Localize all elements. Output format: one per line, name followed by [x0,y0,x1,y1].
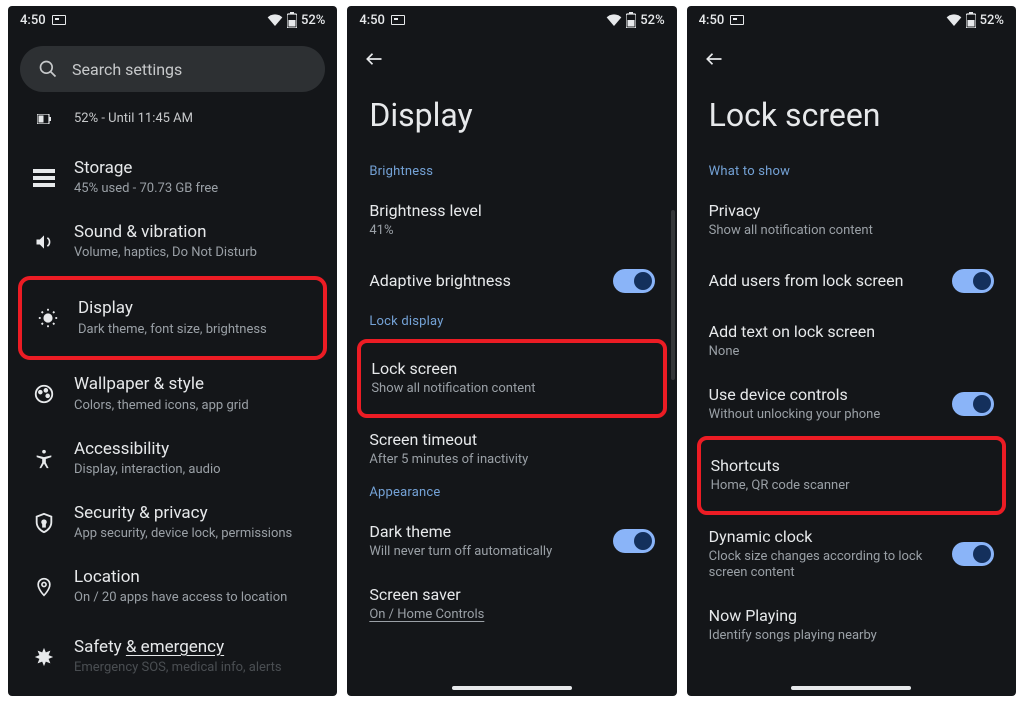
phone-settings-main: 4:50 52% Search settings 52% - Until 11:… [8,6,337,696]
item-add-users[interactable]: Add users from lock screen [687,252,1016,310]
section-what-to-show: What to show [687,160,1016,189]
battery-pct: 52% [640,13,664,28]
settings-location[interactable]: LocationOn / 20 apps have access to loca… [8,555,337,619]
search-icon [38,59,58,79]
storage-icon [32,166,56,190]
battery-icon [626,12,636,28]
phone-display-settings: 4:50 52% Display Brightness Brightness l… [347,6,676,696]
settings-display[interactable]: DisplayDark theme, font size, brightness [36,286,313,350]
item-screen-saver[interactable]: Screen saverOn / Home Controls [347,573,676,624]
status-bar: 4:50 52% [347,6,676,32]
battery-icon [966,12,976,28]
item-brightness-level[interactable]: Brightness level41% [347,189,676,252]
page-title: Lock screen [687,78,1016,160]
back-arrow-icon [703,50,725,68]
card-icon [730,15,744,25]
toggle-device-controls[interactable] [952,392,994,416]
item-dark-theme[interactable]: Dark themeWill never turn off automatica… [347,510,676,573]
item-now-playing[interactable]: Now PlayingIdentify songs playing nearby [687,594,1016,645]
battery-icon [287,12,297,28]
card-icon [391,15,405,25]
item-shortcuts[interactable]: ShortcutsHome, QR code scanner [711,444,992,507]
item-screen-timeout[interactable]: Screen timeoutAfter 5 minutes of inactiv… [347,418,676,481]
settings-storage[interactable]: Storage45% used - 70.73 GB free [8,146,337,210]
section-appearance: Appearance [347,481,676,510]
emergency-icon [32,645,56,669]
status-bar: 4:50 52% [8,6,337,32]
section-lock-display: Lock display [347,310,676,339]
battery-pct: 52% [301,13,325,28]
search-placeholder: Search settings [72,60,182,79]
gesture-nav-bar[interactable] [791,686,911,690]
battery-sub: 52% - Until 11:45 AM [74,111,193,128]
accessibility-icon [32,447,56,471]
clock: 4:50 [20,13,46,28]
item-privacy[interactable]: PrivacyShow all notification content [687,189,1016,252]
settings-wallpaper[interactable]: Wallpaper & styleColors, themed icons, a… [8,362,337,426]
wifi-icon [606,14,622,26]
display-icon [36,306,60,330]
item-dynamic-clock[interactable]: Dynamic clockClock size changes accordin… [687,515,1016,595]
location-icon [32,575,56,599]
highlight-lock-screen: Lock screenShow all notification content [357,339,666,418]
back-arrow-icon [363,50,385,68]
back-button[interactable] [347,32,676,78]
highlight-display: DisplayDark theme, font size, brightness [18,276,327,360]
settings-safety[interactable]: Safety & emergencyEmergency SOS, medical… [8,619,337,683]
scroll-indicator[interactable] [671,210,675,380]
battery-pct: 52% [980,13,1004,28]
item-adaptive-brightness[interactable]: Adaptive brightness [347,252,676,310]
battery-row[interactable]: 52% - Until 11:45 AM [8,100,337,146]
phone-lock-screen-settings: 4:50 52% Lock screen What to show Privac… [687,6,1016,696]
page-title: Display [347,78,676,160]
item-add-text[interactable]: Add text on lock screenNone [687,310,1016,373]
settings-security[interactable]: Security & privacyApp security, device l… [8,491,337,555]
toggle-dynamic-clock[interactable] [952,542,994,566]
clock: 4:50 [699,13,725,28]
settings-sound[interactable]: Sound & vibrationVolume, haptics, Do Not… [8,210,337,274]
wifi-icon [946,14,962,26]
item-device-controls[interactable]: Use device controlsWithout unlocking you… [687,373,1016,436]
toggle-adaptive[interactable] [613,269,655,293]
wifi-icon [267,14,283,26]
search-settings[interactable]: Search settings [20,46,325,92]
sound-icon [32,230,56,254]
shield-icon [32,511,56,535]
status-bar: 4:50 52% [687,6,1016,32]
toggle-dark-theme[interactable] [613,529,655,553]
settings-accessibility[interactable]: AccessibilityDisplay, interaction, audio [8,427,337,491]
card-icon [52,15,66,25]
emergency-underline: & emergency [126,637,224,657]
item-lock-screen[interactable]: Lock screenShow all notification content [371,347,652,410]
section-brightness: Brightness [347,160,676,189]
palette-icon [32,382,56,406]
toggle-add-users[interactable] [952,269,994,293]
battery-small-icon [32,107,56,131]
gesture-nav-bar[interactable] [452,686,572,690]
clock: 4:50 [359,13,385,28]
back-button[interactable] [687,32,1016,78]
highlight-shortcuts: ShortcutsHome, QR code scanner [697,436,1006,515]
